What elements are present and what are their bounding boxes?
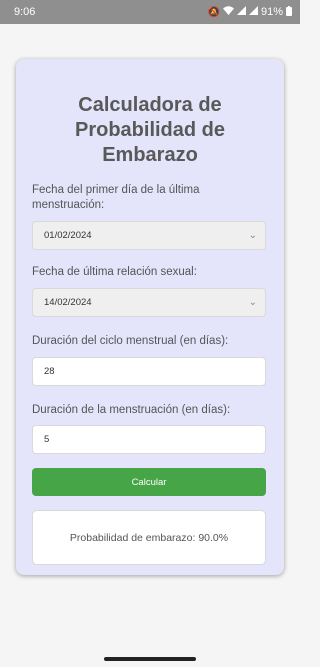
battery-icon bbox=[286, 5, 292, 19]
period-length-value: 5 bbox=[44, 434, 50, 445]
calculate-button[interactable]: Calcular bbox=[32, 468, 266, 496]
calculator-card: Calculadora de Probabilidad de Embarazo … bbox=[16, 59, 284, 575]
period-length-input[interactable]: 5 bbox=[32, 425, 266, 454]
wifi-icon bbox=[222, 6, 234, 18]
result-box: Probabilidad de embarazo: 90.0% bbox=[32, 510, 266, 565]
mute-icon: 🔕 bbox=[207, 6, 220, 18]
signal-icon bbox=[236, 6, 246, 18]
chevron-down-icon: ⌄ bbox=[248, 230, 257, 241]
cycle-length-input[interactable]: 28 bbox=[32, 357, 266, 386]
status-icons: 🔕 91% bbox=[207, 5, 292, 19]
page-title: Calculadora de Probabilidad de Embarazo bbox=[74, 94, 226, 166]
last-intercourse-date-field[interactable]: 14/02/2024 ⌄ bbox=[32, 288, 266, 317]
status-bar: 9:06 🔕 91% bbox=[0, 0, 300, 24]
signal-icon bbox=[248, 6, 258, 18]
battery-percent: 91% bbox=[260, 6, 283, 18]
last-intercourse-label: Fecha de última relación sexual: bbox=[32, 266, 197, 278]
chevron-down-icon: ⌄ bbox=[248, 297, 257, 308]
last-period-label: Fecha del primer día de la última menstr… bbox=[32, 184, 200, 211]
cycle-length-label: Duración del ciclo menstrual (en días): bbox=[32, 335, 229, 347]
last-period-date-field[interactable]: 01/02/2024 ⌄ bbox=[32, 221, 266, 250]
last-period-date-value: 01/02/2024 bbox=[44, 230, 92, 241]
period-length-label: Duración de la menstruación (en días): bbox=[32, 404, 231, 416]
cycle-length-value: 28 bbox=[44, 366, 55, 377]
last-intercourse-date-value: 14/02/2024 bbox=[44, 297, 92, 308]
status-time: 9:06 bbox=[14, 6, 36, 18]
home-indicator[interactable] bbox=[104, 657, 196, 661]
result-text: Probabilidad de embarazo: 90.0% bbox=[69, 531, 229, 544]
